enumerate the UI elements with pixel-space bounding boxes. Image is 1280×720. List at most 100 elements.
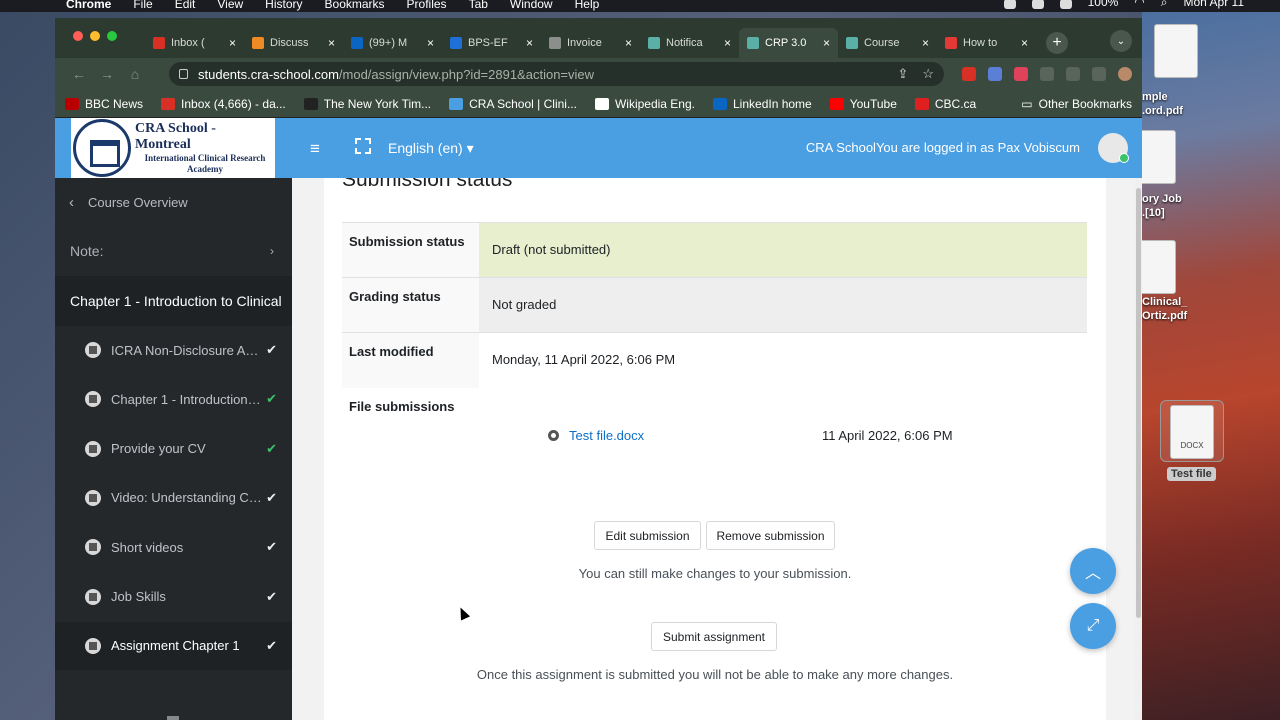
browser-tab[interactable]: Invoice × (541, 28, 640, 58)
tab-close-icon[interactable]: × (328, 36, 335, 50)
site-logo[interactable]: CRA School - Montreal International Clin… (71, 118, 275, 178)
file-link[interactable]: Test file.docx (569, 428, 644, 443)
submit-assignment-button[interactable]: Submit assignment (651, 622, 777, 651)
desktop-testfile-selection[interactable]: DOCX (1160, 400, 1224, 462)
other-bookmarks[interactable]: ▭ Other Bookmarks (1021, 97, 1132, 111)
menu-edit[interactable]: Edit (175, 0, 196, 10)
battery-label[interactable]: 100% (1088, 0, 1119, 8)
tab-close-icon[interactable]: × (922, 36, 929, 50)
menu-window[interactable]: Window (510, 0, 553, 10)
sidebar-item-note[interactable]: Note: › (55, 227, 292, 275)
minimize-window-button[interactable] (90, 31, 100, 41)
user-info[interactable]: CRA SchoolYou are logged in as Pax Vobis… (806, 140, 1080, 155)
adblock-icon[interactable] (962, 67, 976, 81)
address-bar[interactable]: students.cra-school.com/mod/assign/view.… (169, 62, 944, 86)
edit-submission-button[interactable]: Edit submission (594, 521, 701, 550)
tab-favicon-icon (648, 37, 660, 49)
bookmark-item[interactable]: CBC.ca (914, 96, 977, 111)
close-window-button[interactable] (73, 31, 83, 41)
bookmark-star-icon[interactable]: ☆ (922, 66, 934, 82)
hamburger-menu-icon[interactable]: ≡ (310, 139, 320, 159)
macos-menubar: Chrome File Edit View History Bookmarks … (0, 0, 1280, 12)
menu-history[interactable]: History (265, 0, 302, 10)
home-icon[interactable]: ⌂ (121, 66, 149, 82)
remove-submission-button[interactable]: Remove submission (706, 521, 835, 550)
forward-icon[interactable]: → (93, 66, 121, 82)
scrollbar-thumb[interactable] (1136, 188, 1141, 618)
sidebar-activity-item[interactable]: Chapter 1 - Introduction to Clinical Res… (55, 375, 292, 423)
browser-tab[interactable]: Discuss × (244, 28, 343, 58)
status-icon[interactable] (1059, 0, 1072, 9)
browser-tab[interactable]: Inbox (× (145, 28, 244, 58)
user-avatar[interactable] (1098, 133, 1129, 163)
pocket-icon[interactable] (1014, 67, 1028, 81)
extension-icon[interactable] (1092, 67, 1106, 81)
tab-close-icon[interactable]: × (724, 36, 731, 50)
sidebar-activity-item[interactable]: Job Skills ✔ (55, 573, 292, 621)
menu-view[interactable]: View (217, 0, 243, 10)
desktop-testfile-label[interactable]: Test file (1167, 467, 1216, 481)
tab-close-icon[interactable]: × (1021, 36, 1028, 50)
lock-icon[interactable] (179, 69, 188, 79)
sidebar-activity-item[interactable]: Provide your CV ✔ (55, 425, 292, 473)
extension-icon[interactable] (1066, 67, 1080, 81)
bookmark-item[interactable]: YouTube (829, 97, 897, 111)
menu-profiles[interactable]: Profiles (407, 0, 447, 10)
language-menu[interactable]: English (en) ▾ (388, 140, 474, 157)
clock-label[interactable]: Mon Apr 11 (1184, 0, 1244, 8)
extension-icon[interactable] (1040, 67, 1054, 81)
menu-tab[interactable]: Tab (469, 0, 488, 10)
page-scrollbar[interactable] (1135, 178, 1142, 720)
bookmark-item[interactable]: Inbox (4,666) - da... (161, 97, 286, 111)
browser-tab[interactable]: Course × (838, 28, 937, 58)
share-icon[interactable]: ⇪ (897, 66, 908, 82)
browser-tab[interactable]: CRP 3.0 × (739, 28, 838, 58)
new-tab-button[interactable]: + (1046, 32, 1068, 54)
status-icon[interactable] (1031, 0, 1044, 9)
bookmark-item[interactable]: Wikipedia Eng. (594, 97, 695, 111)
browser-tab[interactable]: (99+) M × (343, 28, 442, 58)
expand-button[interactable]: ⤢ (1070, 603, 1116, 649)
tab-close-icon[interactable]: × (823, 36, 830, 50)
sidebar-activity-item[interactable]: ICRA Non-Disclosure Agreement✔ (55, 326, 292, 374)
tab-close-icon[interactable]: × (625, 36, 632, 50)
dropbox-icon[interactable] (988, 67, 1002, 81)
spotlight-icon[interactable]: ⌕ (1161, 0, 1168, 8)
bookmark-item[interactable]: The New York Tim... (303, 97, 431, 111)
browser-tab[interactable]: How to × (937, 28, 1036, 58)
sidebar-activity-item[interactable]: Video: Understanding Clinical Research✔ (55, 474, 292, 522)
desktop-file-label[interactable]: Clinical_ Ortiz.pdf (1142, 295, 1187, 323)
desktop-file-label[interactable]: ory Job .[10] (1142, 192, 1182, 220)
status-icon[interactable] (1003, 0, 1016, 9)
browser-tab[interactable]: Notifica × (640, 28, 739, 58)
sidebar-activity-item[interactable]: Assignment Chapter 1 ✔ (55, 621, 292, 670)
tab-search-button[interactable]: ⌄ (1110, 30, 1132, 52)
drawer-handle-icon[interactable] (167, 716, 179, 720)
desktop-file-icon[interactable] (1142, 130, 1176, 184)
sidebar-section-chapter-1[interactable]: Chapter 1 - Introduction to Clinical (55, 276, 292, 326)
bookmark-item[interactable]: CRA School | Clini... (449, 97, 577, 111)
tab-close-icon[interactable]: × (229, 36, 236, 50)
menu-bookmarks[interactable]: Bookmarks (325, 0, 385, 10)
desktop-file-icon[interactable] (1154, 24, 1198, 78)
browser-tab[interactable]: BPS-EF × (442, 28, 541, 58)
tab-favicon-icon (351, 37, 363, 49)
tab-close-icon[interactable]: × (526, 36, 533, 50)
menu-file[interactable]: File (133, 0, 152, 10)
desktop-file-icon[interactable] (1142, 240, 1176, 294)
back-to-top-button[interactable]: ︿ (1070, 548, 1116, 594)
bookmark-item[interactable]: LinkedIn home (713, 97, 812, 111)
fullscreen-toggle-icon[interactable] (355, 138, 371, 154)
menu-chrome[interactable]: Chrome (66, 0, 111, 10)
bookmark-item[interactable]: BBC News (65, 97, 143, 111)
bookmark-label: CBC.ca (934, 96, 977, 111)
tab-close-icon[interactable]: × (427, 36, 434, 50)
zoom-window-button[interactable] (107, 31, 117, 41)
profile-avatar-icon[interactable] (1118, 67, 1132, 81)
sidebar-activity-item[interactable]: Short videos ✔ (55, 523, 292, 571)
back-icon[interactable]: ← (65, 66, 93, 82)
wifi-icon[interactable]: ◠ (1134, 0, 1144, 8)
menu-help[interactable]: Help (575, 0, 600, 10)
course-overview-link[interactable]: ‹ Course Overview (55, 178, 292, 226)
desktop-file-label[interactable]: mple .ord.pdf (1142, 90, 1183, 118)
